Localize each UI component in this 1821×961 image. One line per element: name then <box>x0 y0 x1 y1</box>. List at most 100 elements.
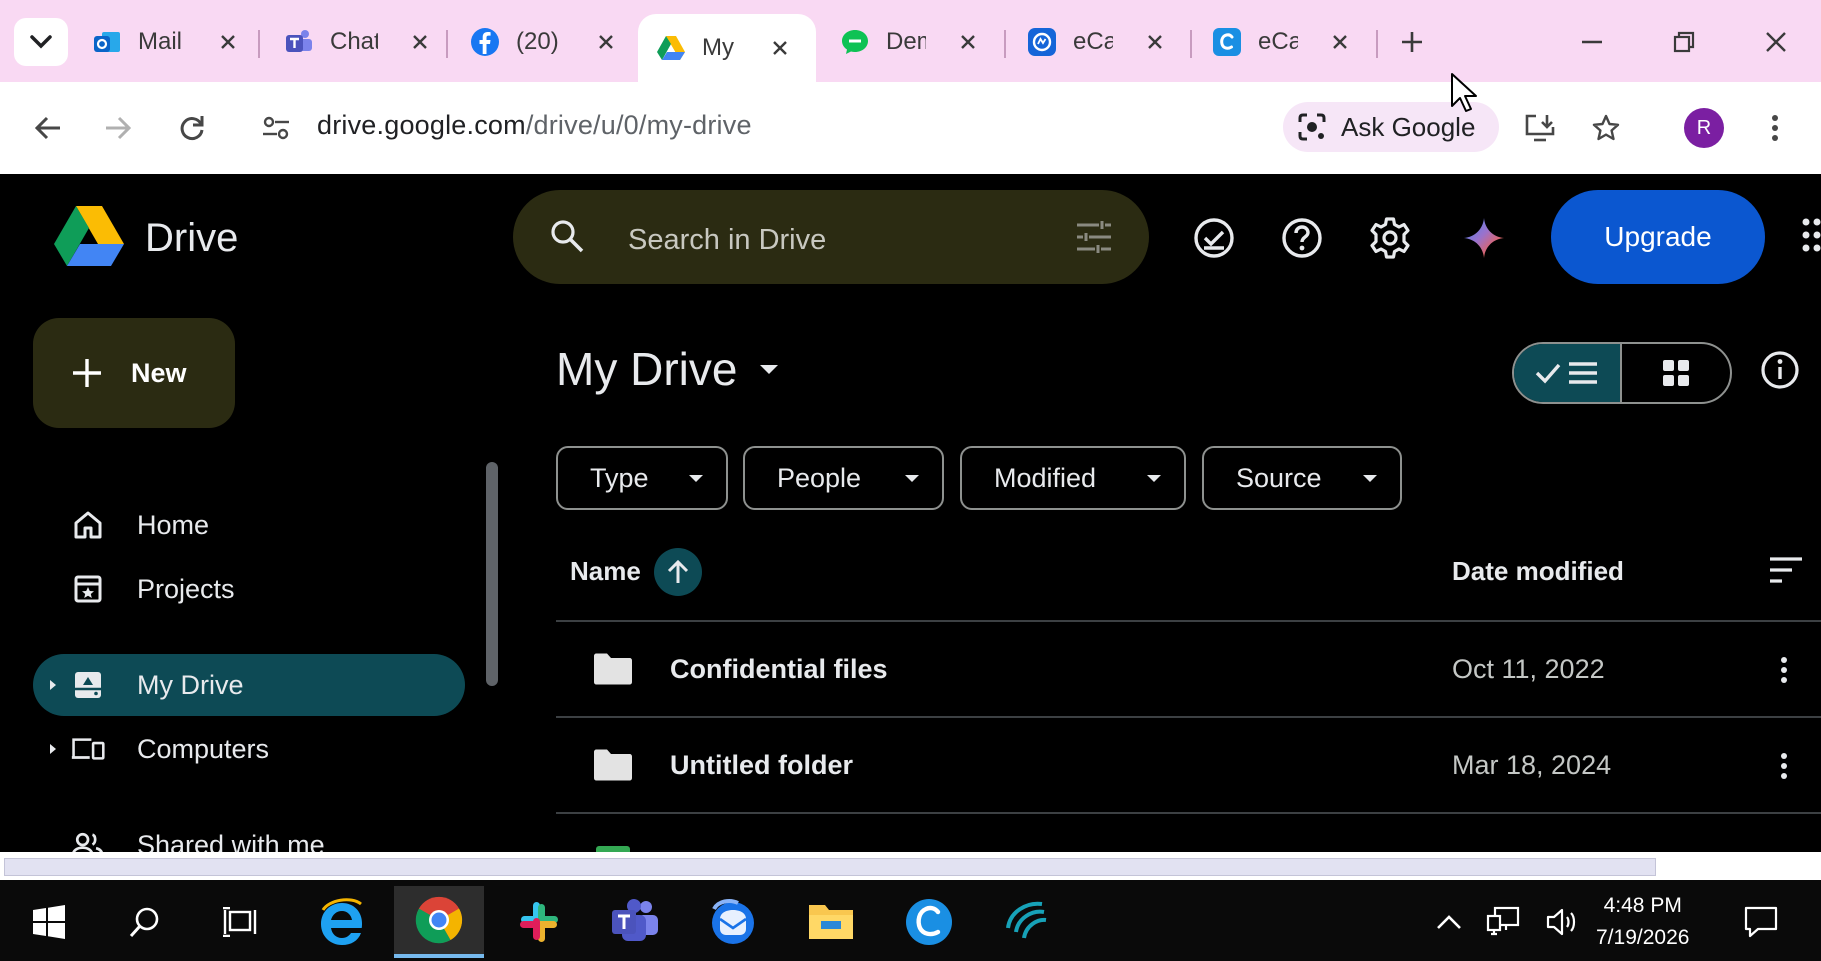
offline-ready-button[interactable] <box>1190 214 1238 262</box>
column-header-name[interactable]: Name <box>570 556 641 587</box>
reload-button[interactable] <box>170 106 214 150</box>
sort-direction-button[interactable] <box>654 548 702 596</box>
close-icon[interactable] <box>1143 30 1167 54</box>
sidebar-item-home[interactable]: Home <box>33 494 465 556</box>
chip-label: Type <box>590 462 649 493</box>
folder-icon <box>594 653 632 685</box>
filter-people-chip[interactable]: People <box>743 446 944 510</box>
arrow-left-icon <box>34 116 60 140</box>
filter-source-chip[interactable]: Source <box>1202 446 1402 510</box>
sidebar-item-projects[interactable]: Projects <box>33 558 465 620</box>
layout-toggle <box>1512 342 1732 404</box>
mouse-cursor-icon <box>1451 73 1477 112</box>
tab-facebook[interactable]: (20) <box>470 16 618 68</box>
search-options-icon[interactable] <box>1075 220 1113 254</box>
taskbar-chrome[interactable] <box>394 886 484 958</box>
minimize-button[interactable] <box>1570 22 1614 62</box>
column-header-date-modified[interactable]: Date modified <box>1452 556 1624 587</box>
table-row[interactable]: Confidential files Oct 11, 2022 <box>556 622 1821 716</box>
taskbar-wave-app[interactable] <box>982 886 1072 958</box>
page-title-button[interactable]: My Drive <box>556 342 779 396</box>
tab-dem[interactable]: Dem <box>840 16 980 68</box>
close-icon[interactable] <box>1328 30 1352 54</box>
back-button[interactable] <box>26 106 70 150</box>
caret-right-icon[interactable] <box>49 743 57 755</box>
help-button[interactable] <box>1278 214 1326 262</box>
arrow-drop-down-icon <box>1363 475 1377 482</box>
forward-button[interactable] <box>96 106 140 150</box>
drive-logo-icon[interactable] <box>52 204 126 275</box>
tab-mail[interactable]: Mail <box>92 16 240 68</box>
network-status-button[interactable] <box>1476 886 1530 958</box>
start-button[interactable] <box>4 886 94 958</box>
more-actions-button[interactable] <box>1774 648 1794 692</box>
sidebar-item-my-drive[interactable]: My Drive <box>33 654 465 716</box>
taskbar-edge[interactable] <box>296 886 386 958</box>
close-window-button[interactable] <box>1754 22 1798 62</box>
caret-right-icon[interactable] <box>49 679 57 691</box>
folder-icon <box>809 905 853 939</box>
gemini-button[interactable] <box>1460 214 1508 262</box>
taskbar-ecare[interactable] <box>884 886 974 958</box>
chat-bubble-icon <box>840 27 870 57</box>
scrollbar-thumb[interactable] <box>4 858 1656 876</box>
close-icon[interactable] <box>956 30 980 54</box>
reload-icon <box>180 116 204 140</box>
table-row[interactable]: Untitled folder Mar 18, 2024 <box>556 718 1821 812</box>
new-tab-button[interactable] <box>1390 22 1434 62</box>
tab-chat[interactable]: Chat <box>284 16 432 68</box>
upgrade-button[interactable]: Upgrade <box>1551 190 1765 284</box>
filter-modified-chip[interactable]: Modified <box>960 446 1186 510</box>
close-icon[interactable] <box>768 36 792 60</box>
tab-title: My Drive <box>702 34 742 61</box>
tab-eca-2[interactable]: eCa <box>1212 16 1352 68</box>
network-icon <box>1486 906 1520 936</box>
drive-icon <box>656 33 686 63</box>
settings-button[interactable] <box>1366 214 1414 262</box>
notification-icon <box>1744 906 1778 938</box>
close-icon[interactable] <box>408 30 432 54</box>
sidebar-scrollbar[interactable] <box>486 462 498 686</box>
site-info-button[interactable] <box>254 106 298 150</box>
arrow-drop-down-icon <box>905 475 919 482</box>
drive-search-input[interactable]: Search in Drive <box>513 190 1149 284</box>
thunderbird-icon <box>712 899 754 944</box>
chip-label: Source <box>1236 462 1322 493</box>
tab-eca-1[interactable]: eCa <box>1027 16 1167 68</box>
sort-options-button[interactable] <box>1768 556 1804 589</box>
install-app-button[interactable] <box>1518 106 1562 150</box>
task-view-button[interactable] <box>196 886 286 958</box>
file-name: Untitled folder <box>670 750 853 780</box>
tab-search-button[interactable] <box>14 18 68 66</box>
close-icon[interactable] <box>216 30 240 54</box>
url-field[interactable]: drive.google.com/drive/u/0/my-drive <box>317 110 752 141</box>
check-circle-icon <box>1194 218 1234 258</box>
url-host: drive.google.com <box>317 110 526 140</box>
more-actions-button[interactable] <box>1774 744 1794 788</box>
filter-type-chip[interactable]: Type <box>556 446 728 510</box>
system-clock[interactable]: 4:48 PM 7/19/2026 <box>1596 890 1689 954</box>
grid-view-button[interactable] <box>1622 344 1730 402</box>
restore-button[interactable] <box>1662 22 1706 62</box>
taskbar-slack[interactable] <box>494 886 584 958</box>
taskbar-teams[interactable] <box>590 886 680 958</box>
new-button[interactable]: New <box>33 318 235 428</box>
taskbar-thunderbird[interactable] <box>688 886 778 958</box>
notifications-button[interactable] <box>1734 886 1788 958</box>
close-icon[interactable] <box>594 30 618 54</box>
tab-my-drive[interactable]: My Drive <box>638 14 816 82</box>
horizontal-scrollbar[interactable] <box>0 852 1821 880</box>
taskbar-search-button[interactable] <box>100 886 190 958</box>
taskbar-file-explorer[interactable] <box>786 886 876 958</box>
apps-grid-icon[interactable] <box>1802 218 1821 257</box>
bookmark-button[interactable] <box>1584 106 1628 150</box>
browser-menu-button[interactable] <box>1753 106 1797 150</box>
volume-button[interactable] <box>1536 886 1590 958</box>
star-icon <box>1592 114 1620 141</box>
profile-avatar[interactable]: R <box>1684 108 1724 148</box>
sidebar-item-computers[interactable]: Computers <box>33 718 465 780</box>
url-path: /drive/u/0/my-drive <box>525 110 752 140</box>
show-hidden-icons-button[interactable] <box>1422 886 1476 958</box>
info-button[interactable] <box>1760 350 1800 395</box>
list-view-button[interactable] <box>1514 344 1623 402</box>
